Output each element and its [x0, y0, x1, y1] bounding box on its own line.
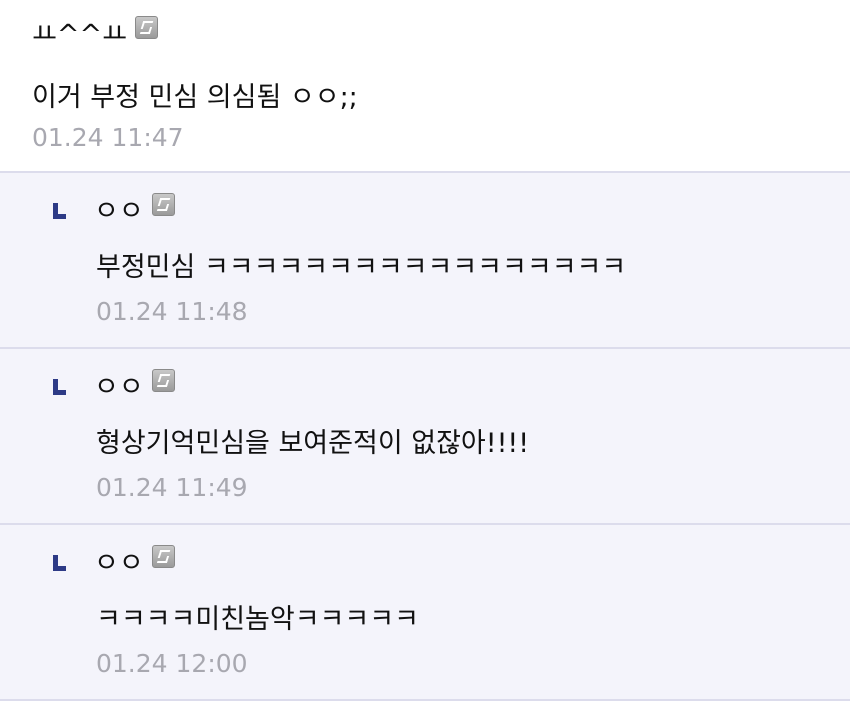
- reply-author: ㅇㅇ: [50, 368, 175, 405]
- comment-date: 01.24 11:47: [32, 123, 184, 152]
- reply-text: 부정민심 ㅋㅋㅋㅋㅋㅋㅋㅋㅋㅋㅋㅋㅋㅋㅋㅋㅋ: [96, 252, 627, 283]
- reply-date: 01.24 12:00: [96, 649, 248, 678]
- reply-text: 형상기억민심을 보여준적이 없잖아!!!!: [96, 428, 530, 459]
- reply-date: 01.24 11:49: [96, 473, 248, 502]
- fixed-nickname-icon: [151, 192, 175, 216]
- nickname[interactable]: ㅇㅇ: [94, 195, 144, 229]
- reply-author: ㅇㅇ: [50, 192, 175, 229]
- reply-arrow-icon: [50, 197, 86, 227]
- nickname[interactable]: ㅛ^^ㅛ: [32, 18, 127, 52]
- fixed-nickname-icon: [151, 368, 175, 392]
- fixed-nickname-icon: [151, 544, 175, 568]
- reply-item: ㅇㅇ 부정민심 ㅋㅋㅋㅋㅋㅋㅋㅋㅋㅋㅋㅋㅋㅋㅋㅋㅋ 01.24 11:48: [0, 173, 850, 349]
- reply-arrow-icon: [50, 549, 86, 579]
- comment-item: ㅛ^^ㅛ 이거 부정 민심 의심됨 ㅇㅇ;; 01.24 11:47: [0, 0, 850, 173]
- nickname[interactable]: ㅇㅇ: [94, 547, 144, 581]
- reply-item: ㅇㅇ ㅋㅋㅋㅋ미친놈악ㅋㅋㅋㅋㅋ 01.24 12:00: [0, 525, 850, 701]
- reply-arrow-icon: [50, 373, 86, 403]
- comment-author: ㅛ^^ㅛ: [32, 15, 158, 52]
- reply-author: ㅇㅇ: [50, 544, 175, 581]
- reply-item: ㅇㅇ 형상기억민심을 보여준적이 없잖아!!!! 01.24 11:49: [0, 349, 850, 525]
- comment-list: ㅛ^^ㅛ 이거 부정 민심 의심됨 ㅇㅇ;; 01.24 11:47 ㅇㅇ 부정…: [0, 0, 850, 701]
- nickname[interactable]: ㅇㅇ: [94, 371, 144, 405]
- reply-date: 01.24 11:48: [96, 297, 248, 326]
- reply-text: ㅋㅋㅋㅋ미친놈악ㅋㅋㅋㅋㅋ: [96, 604, 419, 635]
- fixed-nickname-icon: [134, 15, 158, 39]
- comment-text: 이거 부정 민심 의심됨 ㅇㅇ;;: [32, 82, 358, 113]
